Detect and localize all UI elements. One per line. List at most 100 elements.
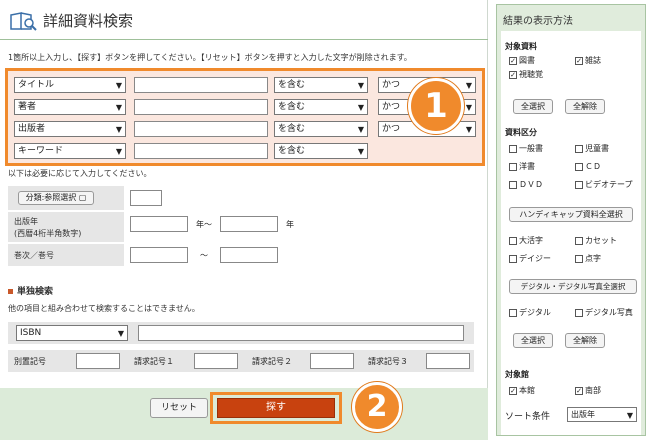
volume-from-input[interactable] [130,247,188,263]
keyword-input-3[interactable] [134,121,268,137]
sidebar-panel: 対象資料 ✓ 図書 ✓ 雑誌 ✓ 視聴覚 全選択 全解除 資料区分 一般書 児童書 洋… [501,31,641,435]
step-badge-2: 2 [352,382,402,432]
handicap-checkbox-4[interactable]: 点字 [575,253,601,264]
checkmark-icon: ✓ [509,70,517,79]
chevron-down-icon: ▼ [465,103,472,112]
chevron-down-icon: ▼ [115,147,122,156]
digital-checkbox-1[interactable]: デジタル [509,307,551,318]
keyword-input-1[interactable] [134,77,268,93]
match-select-2[interactable]: を含む ▼ [274,99,368,115]
pubyear-label-cell: 出版年 (西暦4桁半角数字) [8,212,124,242]
square-bullet-icon [8,289,13,294]
pubyear-hint: (西暦4桁半角数字) [14,229,82,238]
separate-code-input[interactable] [76,353,120,369]
checkbox-box [575,144,583,153]
material-label: 対象資料 [505,42,537,51]
checkbox-box [575,236,583,245]
checkbox-box [509,308,517,317]
volume-label-cell: 巻次／巻号 [8,244,124,266]
isbn-row: ISBN ▼ [8,322,474,344]
category-checkbox-3[interactable]: 洋書 [509,161,535,172]
sort-label: ソート条件 [505,412,551,422]
digital-deselect-all-button[interactable]: 全解除 [565,333,605,348]
category-checkbox-4[interactable]: ＣＤ [575,161,601,172]
chevron-down-icon: ▼ [626,411,633,420]
checkbox-box [509,180,517,189]
field-select-2[interactable]: 著者 ▼ [14,99,126,115]
chevron-down-icon: ▼ [357,147,364,156]
reset-button[interactable]: リセット [150,398,208,418]
footer-bar: リセット 探す 2 [0,382,488,440]
page-title: 詳細資料検索 [43,12,134,30]
volume-to-input[interactable] [220,247,278,263]
chevron-down-icon: ▼ [115,81,122,90]
call-number-3-label: 請求記号３ [368,357,408,366]
handicap-checkbox-3[interactable]: デイジー [509,253,551,264]
isbn-input[interactable] [138,325,464,341]
category-label: 資料区分 [505,128,537,137]
checkmark-icon: ✓ [509,386,517,395]
call-number-2-input[interactable] [310,353,354,369]
keyword-input-2[interactable] [134,99,268,115]
volume-separator: ～ [200,251,208,260]
single-search-heading: 単独検索 [8,284,53,297]
digital-select-all-small-button[interactable]: 全選択 [513,333,553,348]
category-checkbox-2[interactable]: 児童書 [575,143,609,154]
pubyear-to-suffix: 年 [286,220,294,229]
pubyear-label: 出版年 [14,217,38,226]
sort-select[interactable]: 出版年 ▼ [567,407,637,422]
material-checkbox-2[interactable]: ✓ 雑誌 [575,55,601,66]
chevron-down-icon: ▼ [465,81,472,90]
match-select-1[interactable]: を含む ▼ [274,77,368,93]
call-number-1-input[interactable] [194,353,238,369]
checkbox-box [575,162,583,171]
classification-button[interactable]: 分類:参照選択 ▢ [18,191,94,205]
classification-input[interactable] [130,190,162,206]
chevron-down-icon: ▼ [465,125,472,134]
chevron-down-icon: ▼ [357,125,364,134]
step-badge-1: 1 [408,78,464,134]
material-select-all-button[interactable]: 全選択 [513,99,553,114]
chevron-down-icon: ▼ [117,329,124,338]
checkbox-box [509,162,517,171]
material-checkbox-3[interactable]: ✓ 視聴覚 [509,69,543,80]
digital-select-all-button[interactable]: デジタル・デジタル写真全選択 [509,279,637,294]
match-select-4[interactable]: を含む ▼ [274,143,368,159]
digital-checkbox-2[interactable]: デジタル写真 [575,307,633,318]
category-checkbox-6[interactable]: ビデオテープ [575,179,633,190]
library-label: 対象館 [505,370,529,379]
material-checkbox-1[interactable]: ✓ 図書 [509,55,535,66]
separate-code-label: 別置記号 [14,357,46,366]
field-select-4[interactable]: キーワード ▼ [14,143,126,159]
category-checkbox-5[interactable]: ＤＶＤ [509,179,543,190]
checkbox-box [575,254,583,263]
field-select-1[interactable]: タイトル ▼ [14,77,126,93]
search-button-highlight: 探す [210,392,342,424]
pubyear-to-input[interactable] [220,216,278,232]
match-select-3[interactable]: を含む ▼ [274,121,368,137]
book-search-icon [10,12,37,31]
call-number-3-input[interactable] [426,353,470,369]
handicap-checkbox-2[interactable]: カセット [575,235,617,246]
keyword-input-4[interactable] [134,143,268,159]
search-button[interactable]: 探す [217,398,335,418]
handicap-select-all-button[interactable]: ハンディキャップ資料全選択 [509,207,633,222]
chevron-down-icon: ▼ [357,81,364,90]
checkbox-box [509,254,517,263]
category-checkbox-1[interactable]: 一般書 [509,143,543,154]
field-select-3[interactable]: 出版者 ▼ [14,121,126,137]
chevron-down-icon: ▼ [357,103,364,112]
material-deselect-all-button[interactable]: 全解除 [565,99,605,114]
library-checkbox-2[interactable]: ✓ 南部 [575,385,601,396]
checkmark-icon: ✓ [575,56,583,65]
classification-label-cell: 分類:参照選択 ▢ [8,186,124,210]
single-field-select[interactable]: ISBN ▼ [16,325,128,341]
pubyear-from-input[interactable] [130,216,188,232]
chevron-down-icon: ▼ [115,125,122,134]
handicap-checkbox-1[interactable]: 大活字 [509,235,543,246]
call-number-2-label: 請求記号２ [252,357,292,366]
results-display-sidebar: 結果の表示方法 対象資料 ✓ 図書 ✓ 雑誌 ✓ 視聴覚 全選択 全解除 資料区分 一… [496,4,646,436]
sidebar-title: 結果の表示方法 [503,16,573,27]
chevron-down-icon: ▼ [115,103,122,112]
library-checkbox-1[interactable]: ✓ 本館 [509,385,535,396]
